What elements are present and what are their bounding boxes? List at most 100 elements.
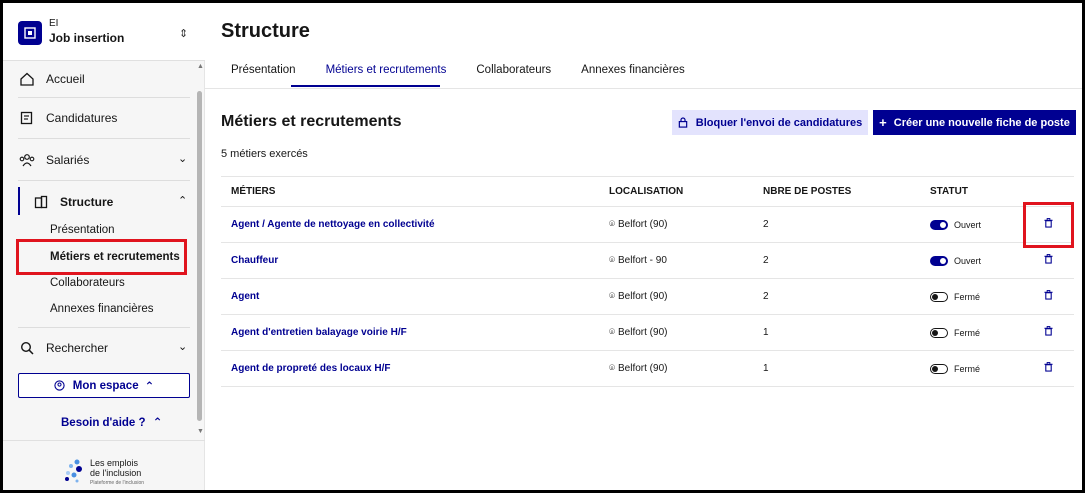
trash-icon[interactable]: [1044, 290, 1053, 300]
sidebar-item-label: Candidatures: [46, 111, 118, 125]
positions-cell: 2: [753, 242, 920, 279]
sidebar-item-candidatures[interactable]: Candidatures: [18, 104, 117, 132]
sidebar-item-accueil[interactable]: Accueil: [18, 65, 85, 93]
divider: [18, 138, 190, 139]
map-pin-icon: ⌾: [609, 363, 615, 374]
status-toggle[interactable]: [930, 363, 948, 374]
status-toggle[interactable]: [930, 219, 948, 230]
map-pin-icon: ⌾: [609, 291, 615, 302]
mon-espace-label: Mon espace: [72, 379, 139, 392]
chevron-down-icon: ⌄: [178, 153, 188, 165]
location-text: Belfort - 90: [618, 255, 667, 266]
divider: [18, 97, 190, 98]
scroll-down-icon[interactable]: ▼: [197, 428, 204, 435]
building-icon: [18, 21, 42, 45]
column-header-statut: STATUT: [920, 176, 1020, 207]
lock-icon: [678, 117, 688, 128]
sidebar-item-label: Salariés: [46, 153, 90, 167]
chevron-up-icon: ⌃: [152, 417, 163, 429]
sidebar-subitem-presentation[interactable]: Présentation: [50, 224, 115, 236]
job-title-link[interactable]: Agent de propreté des locaux H/F: [221, 350, 599, 387]
org-switcher[interactable]: EI Job insertion ⇕: [3, 3, 205, 61]
location-text: Belfort (90): [618, 219, 668, 230]
positions-cell: 1: [753, 350, 920, 387]
highlight-box: [16, 239, 187, 275]
job-title-link[interactable]: Chauffeur: [221, 242, 599, 279]
status-label: Fermé: [954, 327, 981, 338]
scroll-up-icon[interactable]: ▲: [197, 63, 204, 70]
positions-cell: 2: [753, 206, 920, 243]
table-header-row: MÉTIERS LOCALISATION NBRE DE POSTES STAT…: [221, 176, 1074, 207]
table-row: Agent d'entretien balayage voirie H/F ⌾ B…: [221, 314, 1074, 351]
status-toggle[interactable]: [930, 327, 948, 338]
footer-line: de l'inclusion: [90, 468, 142, 478]
active-tab-indicator: [291, 85, 440, 87]
tab-presentation[interactable]: Présentation: [221, 64, 296, 88]
sidebar-item-label: Structure: [60, 195, 114, 209]
sidebar-item-structure[interactable]: Structure ⌃: [32, 188, 187, 216]
plus-icon: +: [879, 115, 887, 130]
divider: [18, 327, 190, 328]
location-text: Belfort (90): [618, 327, 668, 338]
main-content: Structure Présentation Métiers et recrut…: [205, 3, 1082, 490]
team-icon: [18, 151, 36, 169]
help-toggle[interactable]: Besoin d'aide ? ⌃: [61, 415, 162, 429]
scroll-thumb[interactable]: [197, 91, 202, 421]
column-header-localisation: LOCALISATION: [599, 176, 753, 207]
status-cell: Fermé: [920, 350, 1020, 387]
active-indicator: [18, 187, 20, 215]
actions-cell: [1020, 314, 1074, 351]
footer-line: Plateforme de l'inclusion: [90, 480, 145, 486]
org-name: Job insertion: [49, 31, 125, 45]
chevron-up-down-icon[interactable]: ⇕: [179, 27, 188, 40]
location-cell: ⌾ Belfort - 90: [599, 242, 753, 279]
tab-collaborateurs[interactable]: Collaborateurs: [466, 64, 551, 88]
home-icon: [18, 70, 36, 88]
map-pin-icon: ⌾: [609, 219, 615, 230]
table-row: Agent de propreté des locaux H/F ⌾ Belfor…: [221, 350, 1074, 387]
job-title-link[interactable]: Agent: [221, 278, 599, 315]
trash-icon[interactable]: [1044, 254, 1053, 264]
location-text: Belfort (90): [618, 291, 668, 302]
block-applications-label: Bloquer l'envoi de candidatures: [695, 116, 863, 129]
actions-cell: [1020, 278, 1074, 315]
sidebar-subitem-annexes[interactable]: Annexes financières: [50, 303, 154, 315]
tab-annexes[interactable]: Annexes financières: [571, 64, 685, 88]
status-cell: Ouvert: [920, 242, 1020, 279]
sidebar: EI Job insertion ⇕ Accueil Candidatures …: [3, 3, 205, 490]
status-cell: Fermé: [920, 278, 1020, 315]
chevron-up-icon: ⌃: [144, 380, 155, 393]
footer-line: Les emplois: [90, 458, 139, 468]
column-header-postes: NBRE DE POSTES: [753, 176, 920, 207]
page-title: Structure: [221, 20, 310, 42]
status-cell: Ouvert: [920, 206, 1020, 243]
divider: [205, 88, 1082, 89]
table-row: Agent / Agente de nettoyage en collectiv…: [221, 206, 1074, 243]
trash-icon[interactable]: [1044, 326, 1053, 336]
positions-cell: 1: [753, 314, 920, 351]
building-icon: [32, 193, 50, 211]
status-toggle[interactable]: [930, 291, 948, 302]
job-title-link[interactable]: Agent / Agente de nettoyage en collectiv…: [221, 206, 599, 243]
sidebar-item-rechercher[interactable]: Rechercher ⌄: [18, 334, 187, 362]
jobs-table: MÉTIERS LOCALISATION NBRE DE POSTES STAT…: [221, 176, 1074, 387]
search-icon: [18, 339, 36, 357]
sidebar-item-label: Accueil: [46, 72, 85, 86]
block-applications-button[interactable]: Bloquer l'envoi de candidatures: [672, 110, 868, 135]
sidebar-item-salaries[interactable]: Salariés ⌄: [18, 146, 187, 174]
status-label: Ouvert: [954, 255, 982, 266]
map-pin-icon: ⌾: [609, 327, 615, 338]
document-edit-icon: [18, 109, 36, 127]
org-type: EI: [49, 18, 59, 29]
create-job-button[interactable]: + Créer une nouvelle fiche de poste: [873, 110, 1076, 135]
sidebar-scrollbar[interactable]: ▲ ▼: [195, 61, 205, 441]
actions-cell: [1020, 350, 1074, 387]
sidebar-subitem-collaborateurs[interactable]: Collaborateurs: [50, 277, 125, 289]
status-label: Fermé: [954, 363, 981, 374]
status-toggle[interactable]: [930, 255, 948, 266]
job-title-link[interactable]: Agent d'entretien balayage voirie H/F: [221, 314, 599, 351]
create-job-label: Créer une nouvelle fiche de poste: [893, 116, 1070, 129]
mon-espace-button[interactable]: Mon espace ⌃: [18, 373, 190, 398]
trash-icon[interactable]: [1044, 362, 1053, 372]
emplois-inclusion-logo: [63, 459, 87, 488]
